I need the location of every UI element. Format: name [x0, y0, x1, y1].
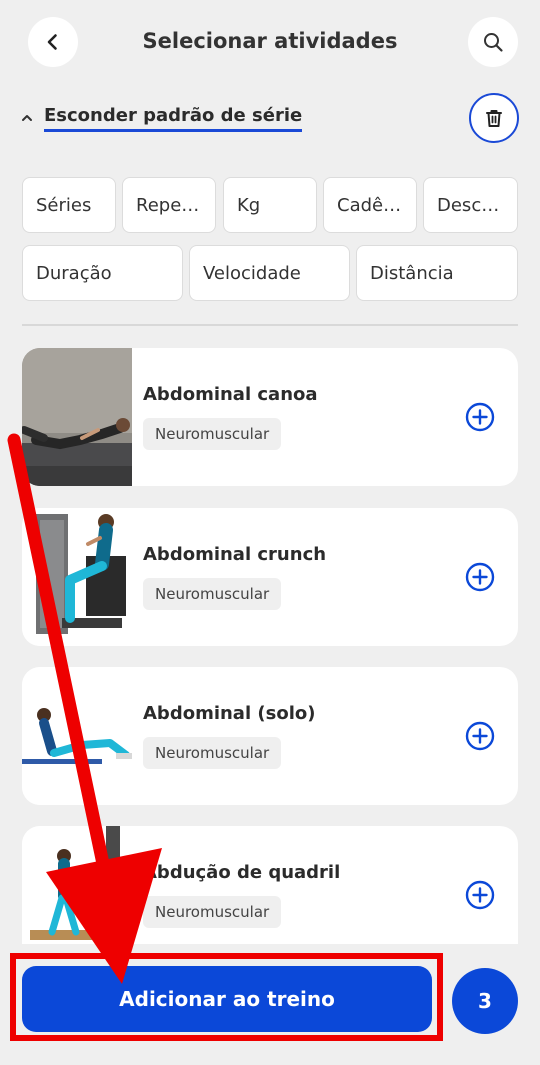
hide-series-pattern-label: Esconder padrão de série	[44, 105, 303, 132]
category-badge: Neuromuscular	[143, 418, 282, 450]
category-badge: Neuromuscular	[143, 737, 282, 769]
page-title: Selecionar atividades	[142, 29, 398, 53]
search-button[interactable]	[468, 17, 518, 67]
field-chip-kg[interactable]: Kg	[223, 177, 317, 233]
category-badge: Neuromuscular	[143, 578, 282, 610]
add-circle-icon[interactable]	[465, 880, 495, 910]
category-badge: Neuromuscular	[143, 896, 282, 928]
field-chip-repetitions[interactable]: Repe…	[122, 177, 216, 233]
add-to-workout-button[interactable]: Adicionar ao treino	[22, 966, 432, 1032]
field-chip-speed[interactable]: Velocidade	[189, 245, 350, 301]
activity-name: Abdominal canoa	[143, 384, 318, 405]
activity-thumbnail	[22, 826, 132, 944]
trash-icon	[486, 110, 502, 127]
activity-thumbnail	[22, 348, 132, 486]
chevron-up-icon	[20, 107, 42, 129]
field-chip-distance[interactable]: Distância	[356, 245, 518, 301]
activity-thumbnail	[22, 508, 132, 646]
activity-card[interactable]: Abdominal canoa Neuromuscular	[22, 348, 518, 486]
activity-card[interactable]: Abdominal crunch Neuromuscular	[22, 508, 518, 646]
activity-list[interactable]: Abdominal canoa Neuromuscular Abdominal …	[0, 348, 540, 944]
selected-count-button[interactable]: 3	[452, 968, 518, 1034]
field-chip-cadence[interactable]: Cadê…	[323, 177, 417, 233]
activity-card[interactable]: Abdominal (solo) Neuromuscular	[22, 667, 518, 805]
activity-name: Abdominal crunch	[143, 544, 327, 565]
search-icon	[484, 33, 503, 52]
field-chip-duration[interactable]: Duração	[22, 245, 183, 301]
activity-name: Abdução de quadril	[143, 862, 341, 883]
activity-thumbnail	[22, 667, 132, 805]
add-circle-icon[interactable]	[465, 402, 495, 432]
divider	[22, 324, 518, 326]
add-circle-icon[interactable]	[465, 562, 495, 592]
clear-series-button[interactable]	[469, 93, 519, 143]
header: Selecionar atividades	[0, 0, 540, 84]
field-chip-series[interactable]: Séries	[22, 177, 116, 233]
hide-series-pattern-toggle[interactable]: Esconder padrão de série	[20, 98, 303, 138]
add-circle-icon[interactable]	[465, 721, 495, 751]
field-chip-rest[interactable]: Desc…	[423, 177, 518, 233]
activity-name: Abdominal (solo)	[143, 703, 316, 724]
activity-card[interactable]: Abdução de quadril Neuromuscular	[22, 826, 518, 944]
